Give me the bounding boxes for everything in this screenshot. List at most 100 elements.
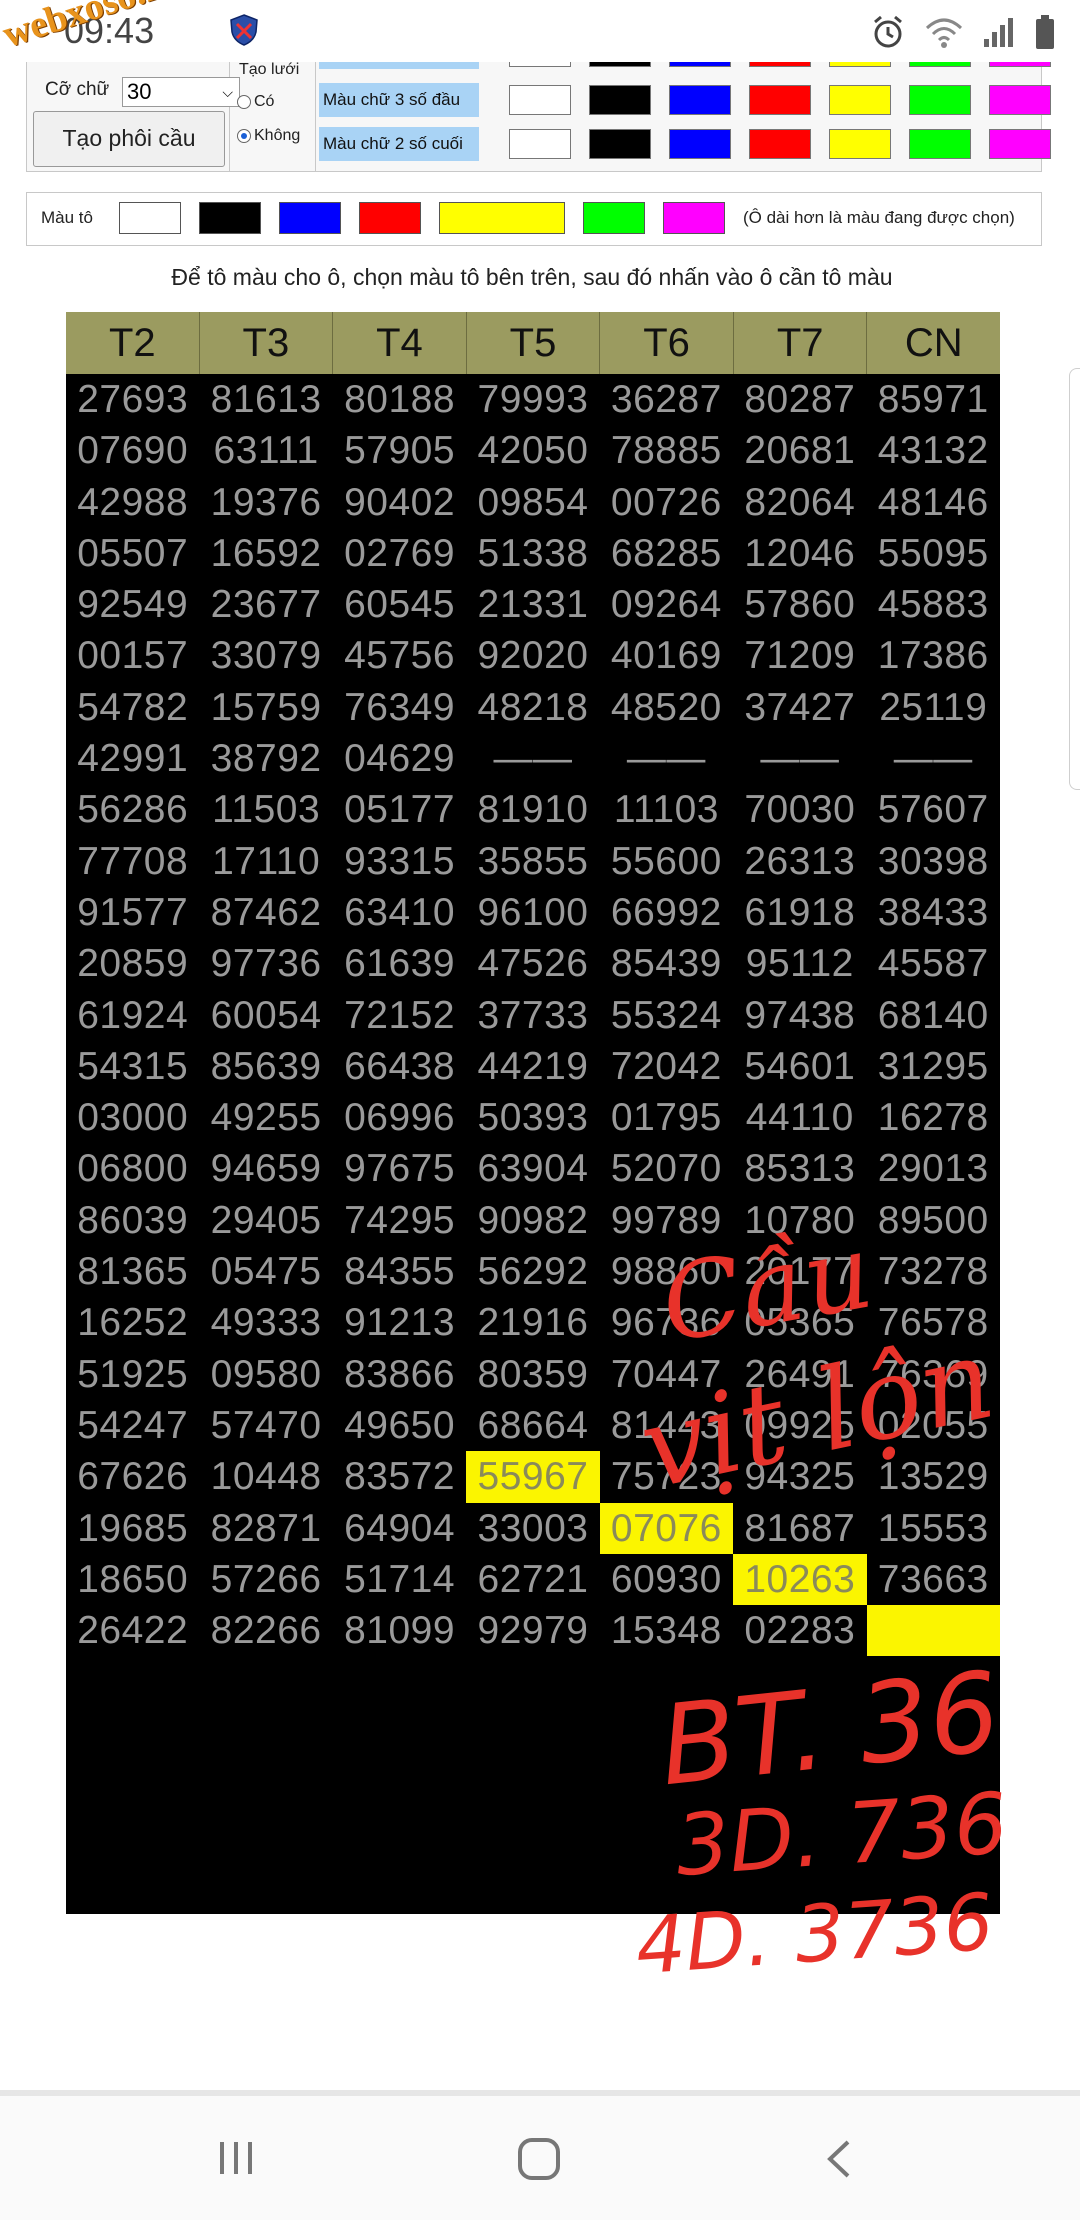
table-cell[interactable]: 29405 bbox=[199, 1195, 332, 1246]
table-cell[interactable]: 26491 bbox=[733, 1349, 866, 1400]
table-cell[interactable]: 45756 bbox=[333, 630, 466, 681]
color-swatch[interactable] bbox=[509, 85, 571, 115]
table-cell[interactable]: 91577 bbox=[66, 887, 199, 938]
table-cell[interactable]: 79993 bbox=[466, 374, 599, 425]
table-cell[interactable]: 60545 bbox=[333, 579, 466, 630]
table-cell[interactable]: 82871 bbox=[199, 1503, 332, 1554]
paint-color-swatch[interactable] bbox=[199, 202, 261, 234]
table-cell[interactable]: 01795 bbox=[600, 1092, 733, 1143]
table-cell[interactable]: 74295 bbox=[333, 1195, 466, 1246]
table-cell[interactable]: 60930 bbox=[600, 1554, 733, 1605]
table-cell[interactable]: 49650 bbox=[333, 1400, 466, 1451]
table-cell[interactable]: 40169 bbox=[600, 630, 733, 681]
table-cell[interactable]: 72042 bbox=[600, 1041, 733, 1092]
table-cell[interactable]: 76578 bbox=[867, 1297, 1000, 1348]
table-cell[interactable]: 06800 bbox=[66, 1143, 199, 1194]
table-cell[interactable]: 25119 bbox=[867, 682, 1000, 733]
recent-apps-icon[interactable] bbox=[214, 2138, 258, 2178]
table-cell[interactable]: 76349 bbox=[333, 682, 466, 733]
table-cell[interactable]: 54601 bbox=[733, 1041, 866, 1092]
table-cell[interactable]: 98860 bbox=[600, 1246, 733, 1297]
table-cell[interactable]: 94659 bbox=[199, 1143, 332, 1194]
color-swatch[interactable] bbox=[829, 129, 891, 159]
table-cell[interactable]: 00726 bbox=[600, 477, 733, 528]
table-cell[interactable]: 66992 bbox=[600, 887, 733, 938]
table-cell[interactable]: 91213 bbox=[333, 1297, 466, 1348]
table-cell[interactable]: 45883 bbox=[867, 579, 1000, 630]
table-cell[interactable]: 49333 bbox=[199, 1297, 332, 1348]
table-cell[interactable]: 71209 bbox=[733, 630, 866, 681]
table-cell[interactable]: 16592 bbox=[199, 528, 332, 579]
table-cell[interactable]: 55095 bbox=[867, 528, 1000, 579]
table-cell[interactable]: 70030 bbox=[733, 784, 866, 835]
table-cell[interactable]: 11103 bbox=[600, 784, 733, 835]
table-cell[interactable]: 63111 bbox=[199, 425, 332, 476]
table-cell[interactable]: 19685 bbox=[66, 1503, 199, 1554]
table-cell[interactable]: 20681 bbox=[733, 425, 866, 476]
table-cell[interactable]: 02055 bbox=[867, 1400, 1000, 1451]
table-cell[interactable]: 99789 bbox=[600, 1195, 733, 1246]
table-cell[interactable]: 02769 bbox=[333, 528, 466, 579]
table-cell[interactable]: 07690 bbox=[66, 425, 199, 476]
table-cell[interactable]: 73278 bbox=[867, 1246, 1000, 1297]
table-cell[interactable]: 45587 bbox=[867, 938, 1000, 989]
table-cell[interactable]: 57860 bbox=[733, 579, 866, 630]
table-cell[interactable]: 89500 bbox=[867, 1195, 1000, 1246]
table-cell[interactable]: 16252 bbox=[66, 1297, 199, 1348]
table-cell[interactable]: 78885 bbox=[600, 425, 733, 476]
table-cell[interactable]: —— bbox=[600, 733, 733, 784]
table-cell[interactable]: 21331 bbox=[466, 579, 599, 630]
table-cell[interactable]: 51338 bbox=[466, 528, 599, 579]
table-cell[interactable]: 15348 bbox=[600, 1605, 733, 1656]
table-cell[interactable]: —— bbox=[466, 733, 599, 784]
table-cell[interactable]: 11503 bbox=[199, 784, 332, 835]
table-cell[interactable]: 44219 bbox=[466, 1041, 599, 1092]
table-cell[interactable]: 33003 bbox=[466, 1503, 599, 1554]
table-cell[interactable]: 13529 bbox=[867, 1451, 1000, 1502]
table-cell[interactable]: 63410 bbox=[333, 887, 466, 938]
table-cell[interactable]: 51925 bbox=[66, 1349, 199, 1400]
table-cell[interactable]: 12046 bbox=[733, 528, 866, 579]
color-swatch[interactable] bbox=[669, 129, 731, 159]
table-cell[interactable]: 15553 bbox=[867, 1503, 1000, 1554]
table-cell[interactable]: 55324 bbox=[600, 990, 733, 1041]
table-cell[interactable]: 30398 bbox=[867, 836, 1000, 887]
table-cell[interactable]: 09580 bbox=[199, 1349, 332, 1400]
table-cell[interactable]: 80287 bbox=[733, 374, 866, 425]
color-swatch[interactable] bbox=[589, 129, 651, 159]
table-cell[interactable]: 37427 bbox=[733, 682, 866, 733]
table-cell[interactable]: 05365 bbox=[733, 1297, 866, 1348]
table-cell[interactable]: 52070 bbox=[600, 1143, 733, 1194]
table-cell[interactable]: 85439 bbox=[600, 938, 733, 989]
table-cell[interactable]: 92979 bbox=[466, 1605, 599, 1656]
table-cell[interactable]: 56286 bbox=[66, 784, 199, 835]
color-swatch[interactable] bbox=[589, 85, 651, 115]
table-cell[interactable]: 85971 bbox=[867, 374, 1000, 425]
table-cell[interactable]: 81365 bbox=[66, 1246, 199, 1297]
table-cell[interactable]: 49255 bbox=[199, 1092, 332, 1143]
table-cell[interactable]: 80188 bbox=[333, 374, 466, 425]
table-cell[interactable]: 96100 bbox=[466, 887, 599, 938]
table-cell[interactable]: 54247 bbox=[66, 1400, 199, 1451]
table-cell[interactable]: 76369 bbox=[867, 1349, 1000, 1400]
table-cell[interactable]: 44110 bbox=[733, 1092, 866, 1143]
table-cell[interactable]: 18650 bbox=[66, 1554, 199, 1605]
table-cell[interactable]: 07076 bbox=[599, 1502, 734, 1554]
table-cell[interactable]: 48146 bbox=[867, 477, 1000, 528]
paint-color-swatch[interactable] bbox=[279, 202, 341, 234]
table-cell[interactable]: 42988 bbox=[66, 477, 199, 528]
table-cell[interactable]: 26422 bbox=[66, 1605, 199, 1656]
table-cell[interactable]: 73663 bbox=[867, 1554, 1000, 1605]
table-cell[interactable]: 36287 bbox=[600, 374, 733, 425]
table-cell[interactable]: 43132 bbox=[867, 425, 1000, 476]
table-cell[interactable]: 68285 bbox=[600, 528, 733, 579]
table-cell[interactable]: —— bbox=[733, 733, 866, 784]
table-cell[interactable]: 10780 bbox=[733, 1195, 866, 1246]
table-cell[interactable]: 00157 bbox=[66, 630, 199, 681]
color-swatch[interactable] bbox=[989, 85, 1051, 115]
table-cell[interactable]: 97736 bbox=[199, 938, 332, 989]
table-cell[interactable]: 77708 bbox=[66, 836, 199, 887]
table-cell[interactable]: 19376 bbox=[199, 477, 332, 528]
table-cell[interactable]: 85313 bbox=[733, 1143, 866, 1194]
table-cell[interactable]: 05507 bbox=[66, 528, 199, 579]
